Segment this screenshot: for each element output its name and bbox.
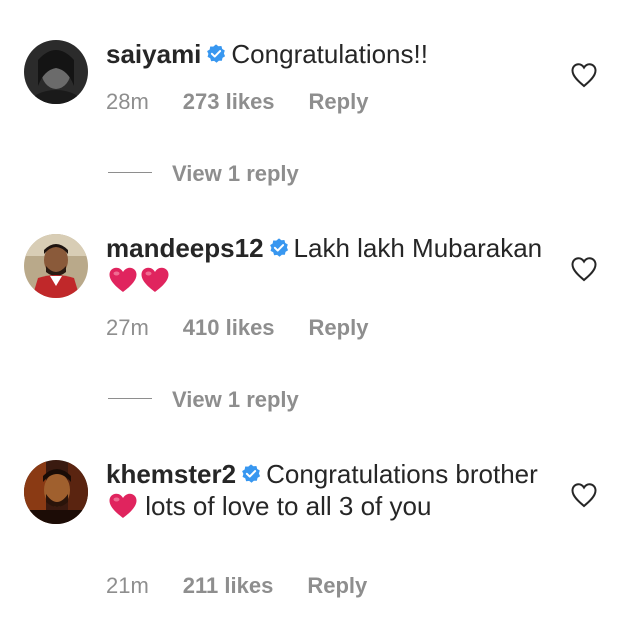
comment-body: Congratulations brother bbox=[266, 459, 538, 489]
comment-text: saiyami Congratulations!! bbox=[106, 38, 546, 70]
red-heart-emoji-icon bbox=[109, 493, 137, 518]
reply-button[interactable]: Reply bbox=[307, 573, 367, 598]
comment-body: Congratulations!! bbox=[231, 39, 428, 69]
timestamp: 28m bbox=[106, 89, 149, 114]
red-heart-emoji-icon bbox=[141, 267, 169, 292]
avatar[interactable] bbox=[24, 40, 88, 104]
verified-badge-icon bbox=[269, 238, 288, 257]
timestamp: 27m bbox=[106, 315, 149, 340]
comment-text: mandeeps12 Lakh lakh Mubarakan bbox=[106, 232, 546, 296]
username-link[interactable]: khemster2 bbox=[106, 459, 236, 489]
view-replies-label: View 1 reply bbox=[172, 387, 299, 412]
comment-body: Lakh lakh Mubarakan bbox=[293, 233, 543, 263]
likes-count[interactable]: 273 likes bbox=[183, 89, 275, 114]
username-link[interactable]: saiyami bbox=[106, 39, 201, 69]
view-replies-button[interactable]: View 1 reply bbox=[108, 161, 299, 187]
view-replies-button[interactable]: View 1 reply bbox=[108, 387, 299, 413]
username-link[interactable]: mandeeps12 bbox=[106, 233, 264, 263]
avatar[interactable] bbox=[24, 460, 88, 524]
comment-meta: 21m 211 likes Reply bbox=[106, 573, 367, 599]
comment-body-continued: lots of love to all 3 of you bbox=[145, 491, 432, 521]
comment-meta: 28m 273 likes Reply bbox=[106, 89, 368, 115]
verified-badge-icon bbox=[207, 44, 226, 63]
view-replies-label: View 1 reply bbox=[172, 161, 299, 186]
comment-meta: 27m 410 likes Reply bbox=[106, 315, 368, 341]
divider-line bbox=[108, 398, 152, 399]
red-heart-emoji-icon bbox=[109, 267, 137, 292]
reply-button[interactable]: Reply bbox=[309, 315, 369, 340]
heart-outline-icon[interactable] bbox=[570, 256, 598, 282]
comment-text: khemster2 Congratulations brother lots of… bbox=[106, 458, 546, 522]
timestamp: 21m bbox=[106, 573, 149, 598]
likes-count[interactable]: 211 likes bbox=[183, 573, 274, 598]
avatar[interactable] bbox=[24, 234, 88, 298]
reply-button[interactable]: Reply bbox=[309, 89, 369, 114]
likes-count[interactable]: 410 likes bbox=[183, 315, 275, 340]
heart-outline-icon[interactable] bbox=[570, 482, 598, 508]
verified-badge-icon bbox=[242, 464, 261, 483]
divider-line bbox=[108, 172, 152, 173]
heart-outline-icon[interactable] bbox=[570, 62, 598, 88]
